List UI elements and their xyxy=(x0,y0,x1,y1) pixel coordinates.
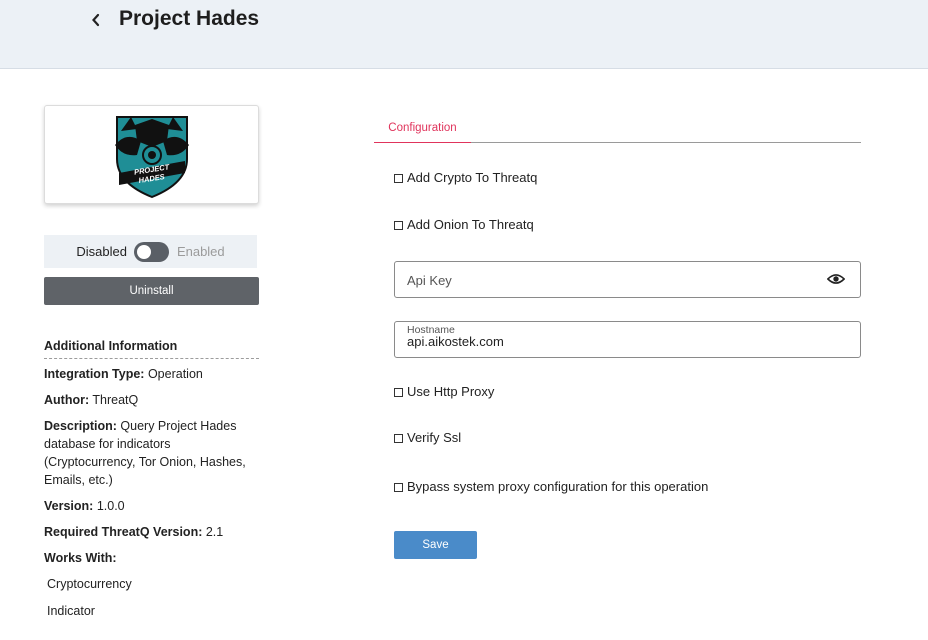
description-row: Description: Query Project Hades databas… xyxy=(44,417,259,489)
bypass-proxy-checkbox-row[interactable]: Bypass system proxy configuration for th… xyxy=(394,479,708,494)
add-onion-label: Add Onion To Threatq xyxy=(407,217,534,232)
toggle-knob xyxy=(136,244,151,259)
uninstall-button[interactable]: Uninstall xyxy=(44,277,259,305)
page-header: Project Hades xyxy=(0,0,928,69)
additional-information: Additional Information Integration Type:… xyxy=(44,337,259,629)
tab-configuration[interactable]: Configuration xyxy=(374,113,471,143)
author-label: Author: xyxy=(44,393,90,407)
hostname-value: api.aikostek.com xyxy=(407,334,504,349)
add-onion-checkbox[interactable] xyxy=(394,221,403,230)
status-toggle-row: Disabled Enabled xyxy=(44,235,257,268)
bypass-proxy-checkbox[interactable] xyxy=(394,483,403,492)
required-version-row: Required ThreatQ Version: 2.1 xyxy=(44,523,259,541)
version-row: Version: 1.0.0 xyxy=(44,497,259,515)
verify-ssl-label: Verify Ssl xyxy=(407,430,462,445)
integration-type-value: Operation xyxy=(147,367,203,381)
disabled-label: Disabled xyxy=(76,244,127,259)
api-key-field[interactable]: Api Key xyxy=(394,261,861,298)
works-with-row: Works With: xyxy=(44,549,259,567)
hostname-field[interactable]: Hostname api.aikostek.com xyxy=(394,321,861,358)
page-title: Project Hades xyxy=(119,7,260,30)
eye-icon[interactable] xyxy=(827,272,845,286)
works-with-item: Cryptocurrency xyxy=(47,577,132,591)
enabled-label: Enabled xyxy=(176,244,225,259)
integration-type-row: Integration Type: Operation xyxy=(44,365,259,383)
use-http-proxy-checkbox-row[interactable]: Use Http Proxy xyxy=(394,384,494,399)
enable-toggle-switch[interactable] xyxy=(133,241,169,262)
works-with-label: Works With: xyxy=(44,551,117,565)
version-label: Version: xyxy=(44,499,94,513)
works-with-item: Indicator xyxy=(47,604,95,618)
author-value: ThreatQ xyxy=(92,393,139,407)
use-http-proxy-label: Use Http Proxy xyxy=(407,384,495,399)
description-label: Description: xyxy=(44,419,117,433)
required-version-label: Required ThreatQ Version: xyxy=(44,525,203,539)
integration-type-label: Integration Type: xyxy=(44,367,145,381)
version-value: 1.0.0 xyxy=(96,499,125,513)
bypass-proxy-label: Bypass system proxy configuration for th… xyxy=(407,479,709,494)
integration-logo-card: PROJECT HADES xyxy=(44,105,259,204)
tab-bar: Configuration xyxy=(374,113,861,143)
save-button[interactable]: Save xyxy=(394,531,477,559)
author-row: Author: ThreatQ xyxy=(44,391,259,409)
add-crypto-checkbox-row[interactable]: Add Crypto To Threatq xyxy=(394,170,537,185)
project-hades-logo: PROJECT HADES xyxy=(114,115,189,198)
back-chevron-icon[interactable] xyxy=(88,10,104,30)
additional-info-heading: Additional Information xyxy=(44,337,259,359)
api-key-placeholder: Api Key xyxy=(407,273,452,288)
verify-ssl-checkbox-row[interactable]: Verify Ssl xyxy=(394,430,461,445)
add-crypto-label: Add Crypto To Threatq xyxy=(407,170,538,185)
use-http-proxy-checkbox[interactable] xyxy=(394,388,403,397)
required-version-value: 2.1 xyxy=(205,525,224,539)
add-crypto-checkbox[interactable] xyxy=(394,174,403,183)
add-onion-checkbox-row[interactable]: Add Onion To Threatq xyxy=(394,217,534,232)
verify-ssl-checkbox[interactable] xyxy=(394,434,403,443)
